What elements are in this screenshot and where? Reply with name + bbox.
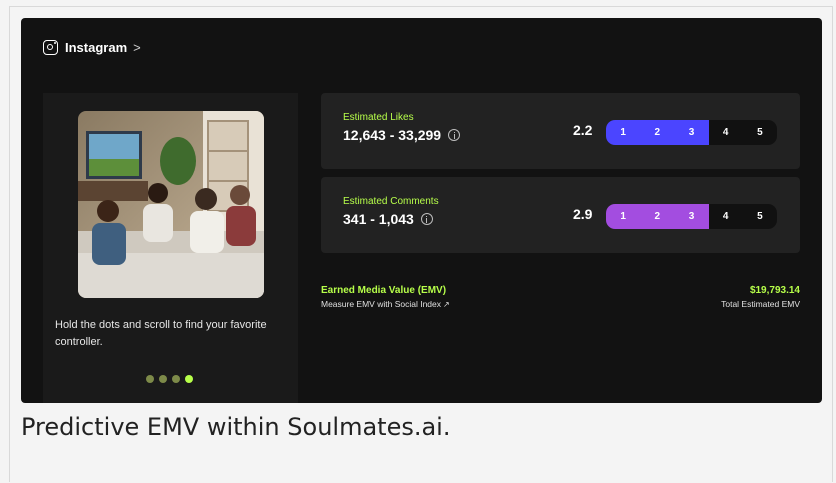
scale-number: 1 xyxy=(620,211,626,222)
info-icon[interactable] xyxy=(420,213,433,225)
scale-number: 3 xyxy=(688,211,695,222)
scale-number: 4 xyxy=(722,127,729,138)
platform-header[interactable]: Instagram > xyxy=(43,40,141,55)
figure-caption: Predictive EMV within Soulmates.ai. xyxy=(21,413,451,441)
scale-number: 1 xyxy=(620,127,626,138)
estimated-likes-card: Estimated Likes 12,643 - 33,299 2.2 1 2 … xyxy=(321,93,800,169)
carousel-dot[interactable] xyxy=(146,375,154,383)
scale-number: 3 xyxy=(688,127,695,138)
external-link-icon: ↗ xyxy=(443,300,450,309)
metric-label: Estimated Comments xyxy=(343,196,439,207)
instagram-icon xyxy=(43,40,58,55)
emv-app-window: Instagram > Hold the dots and scroll to … xyxy=(21,18,822,403)
info-icon[interactable] xyxy=(448,129,461,141)
score-scale: 1 2 3 4 5 xyxy=(606,204,777,229)
emv-label: Earned Media Value (EMV) xyxy=(321,285,447,296)
chevron-right-icon: > xyxy=(133,40,141,55)
carousel-dot[interactable] xyxy=(159,375,167,383)
metric-range: 341 - 1,043 xyxy=(343,211,433,227)
platform-name: Instagram xyxy=(65,40,128,55)
metric-range: 12,643 - 33,299 xyxy=(343,127,461,143)
content-preview-panel: Hold the dots and scroll to find your fa… xyxy=(43,93,298,403)
carousel-caption: Hold the dots and scroll to find your fa… xyxy=(55,319,267,348)
post-image xyxy=(78,111,264,298)
friends-gaming-photo xyxy=(78,111,264,298)
scale-number: 2 xyxy=(654,127,661,138)
emv-total-value: $19,793.14 xyxy=(749,285,800,296)
metric-score: 2.2 xyxy=(573,122,593,138)
carousel-dot-active[interactable] xyxy=(185,375,193,383)
score-scale: 1 2 3 4 5 xyxy=(606,120,777,145)
metric-score: 2.9 xyxy=(573,206,593,222)
scale-number: 5 xyxy=(757,127,763,138)
scale-number: 2 xyxy=(654,211,661,222)
social-index-link[interactable]: Measure EMV with Social Index ↗ xyxy=(321,299,450,309)
scale-number: 5 xyxy=(757,211,763,222)
carousel-dots[interactable] xyxy=(146,375,193,383)
metric-range-value: 12,643 - 33,299 xyxy=(343,127,442,143)
metric-label: Estimated Likes xyxy=(343,112,414,123)
estimated-comments-card: Estimated Comments 341 - 1,043 2.9 1 2 3… xyxy=(321,177,800,253)
metric-range-value: 341 - 1,043 xyxy=(343,211,414,227)
scale-number: 4 xyxy=(722,211,729,222)
emv-total-label: Total Estimated EMV xyxy=(721,299,800,309)
carousel-dot[interactable] xyxy=(172,375,180,383)
